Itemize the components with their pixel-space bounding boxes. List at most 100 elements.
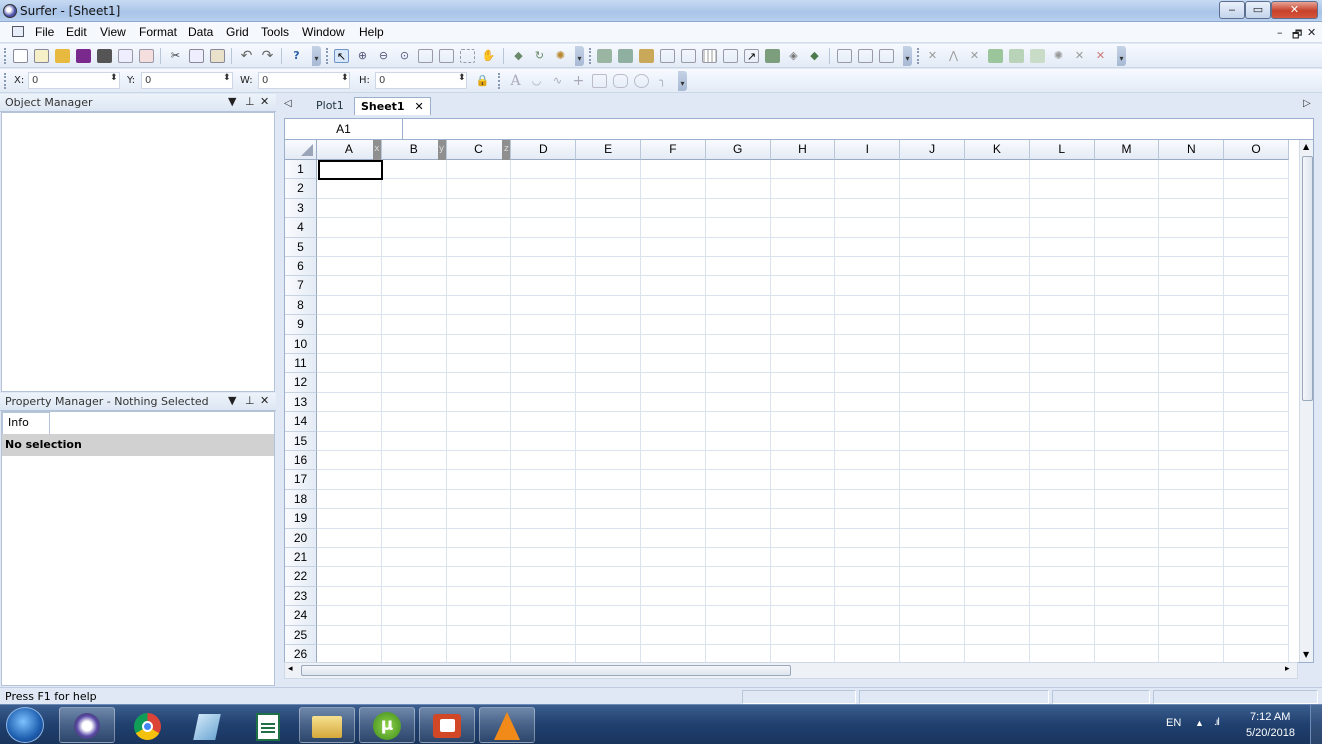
toolbar-grip[interactable] — [589, 48, 592, 64]
select-all-corner[interactable] — [285, 140, 317, 160]
zoom-fit-icon[interactable] — [460, 49, 475, 63]
zoom-selected-icon[interactable] — [418, 49, 433, 63]
menu-window[interactable]: Window — [302, 25, 345, 39]
new-post-map-icon[interactable] — [660, 49, 675, 63]
taskbar-powerpoint[interactable] — [419, 707, 475, 743]
column-header-l[interactable]: L — [1029, 140, 1095, 160]
pin-icon[interactable]: ⊥ — [245, 95, 255, 108]
row-header-7[interactable]: 7 — [285, 276, 317, 296]
scroll-left-icon[interactable]: ◂ — [288, 664, 293, 674]
column-header-n[interactable]: N — [1159, 140, 1225, 160]
y-input[interactable]: 0 — [141, 72, 233, 89]
toolbar-overflow-icon[interactable]: ▾ — [1117, 46, 1126, 66]
row-header-17[interactable]: 17 — [285, 470, 317, 490]
tab-info[interactable]: Info — [2, 412, 50, 434]
delete-icon[interactable]: ✕ — [1093, 49, 1108, 63]
rounded-rectangle-tool-icon[interactable] — [613, 74, 628, 88]
maximize-button[interactable]: ▭ — [1245, 1, 1271, 19]
row-header-22[interactable]: 22 — [285, 567, 317, 587]
copy-icon[interactable] — [189, 49, 204, 63]
row-header-10[interactable]: 10 — [285, 334, 317, 354]
text-tool-icon[interactable]: A — [508, 74, 523, 88]
taskbar-vlc[interactable] — [479, 707, 535, 743]
taskbar-chrome[interactable] — [119, 707, 175, 743]
map-scale-icon[interactable] — [879, 49, 894, 63]
new-3d-surface-icon[interactable]: ◆ — [807, 49, 822, 63]
menu-file[interactable]: File — [35, 25, 54, 39]
new-base-map-icon[interactable] — [618, 49, 633, 63]
column-header-h[interactable]: H — [770, 140, 836, 160]
object-manager-tree[interactable] — [1, 112, 275, 392]
worksheet-grid[interactable]: ABCDEFGHIJKLMNOxyz 1 2 3 4 5 6 7 8 9 10 11 12 13 14 15… — [284, 139, 1314, 663]
vertical-scroll-thumb[interactable] — [1302, 156, 1313, 401]
vertical-scrollbar[interactable]: ▲ ▼ — [1299, 140, 1313, 662]
tray-expand-icon[interactable]: ▲ — [1195, 718, 1204, 728]
row-header-12[interactable]: 12 — [285, 373, 317, 393]
new-worksheet-icon[interactable] — [34, 49, 49, 63]
column-header-i[interactable]: I — [835, 140, 901, 160]
scroll-tabs-left-icon[interactable]: ◁ — [284, 98, 292, 109]
w-spin-icon[interactable]: ⬍ — [341, 73, 349, 83]
rectangle-tool-icon[interactable] — [592, 74, 607, 88]
rotate-icon[interactable]: ↻ — [532, 49, 547, 63]
mdi-minimize-button[interactable]: – — [1277, 26, 1283, 39]
pane-close-icon[interactable]: ✕ — [260, 95, 269, 108]
taskbar-explorer[interactable] — [299, 707, 355, 743]
reshape-icon[interactable]: ◆ — [511, 49, 526, 63]
column-header-e[interactable]: E — [576, 140, 641, 160]
new-classed-post-icon[interactable] — [681, 49, 696, 63]
print-preview-icon[interactable] — [118, 49, 133, 63]
row-header-18[interactable]: 18 — [285, 489, 317, 510]
pin-icon[interactable]: ⊥ — [245, 394, 255, 407]
menu-view[interactable]: View — [100, 25, 126, 39]
save-icon[interactable] — [76, 49, 91, 63]
toolbar-grip[interactable] — [917, 48, 920, 64]
selected-cell[interactable] — [318, 160, 383, 180]
new-vector-map-icon[interactable] — [723, 49, 738, 63]
toolbar-grip[interactable] — [498, 73, 501, 89]
toolbar-overflow-icon[interactable]: ▾ — [678, 71, 687, 91]
break-apart-icon[interactable]: ✺ — [1051, 49, 1066, 63]
combine-icon[interactable] — [1030, 49, 1045, 63]
polyline-tool-icon[interactable]: ∿ — [550, 74, 565, 88]
y-spin-icon[interactable]: ⬍ — [223, 73, 231, 83]
taskbar-utorrent[interactable]: µ — [359, 707, 415, 743]
undo-icon[interactable]: ↶ — [239, 49, 254, 63]
clock-time[interactable]: 7:12 AM — [1250, 711, 1290, 723]
toolbar-grip[interactable] — [4, 73, 7, 89]
pane-menu-icon[interactable]: ▼ — [228, 95, 236, 108]
horizontal-scrollbar[interactable]: ◂ ▸ — [284, 662, 1298, 679]
horizontal-scroll-thumb[interactable] — [301, 665, 791, 676]
x-spin-icon[interactable]: ⬍ — [110, 73, 118, 83]
x-input[interactable]: 0 — [28, 72, 120, 89]
h-spin-icon[interactable]: ⬍ — [458, 73, 466, 83]
row-header-15[interactable]: 15 — [285, 431, 317, 451]
paste-icon[interactable] — [210, 49, 225, 63]
taskbar-notepad[interactable] — [179, 707, 235, 743]
print-icon[interactable] — [97, 49, 112, 63]
menu-tools[interactable]: Tools — [261, 25, 289, 39]
document-menu-icon[interactable] — [12, 26, 24, 37]
row-header-24[interactable]: 24 — [285, 606, 317, 626]
taskbar-excel[interactable] — [239, 707, 295, 743]
pane-close-icon[interactable]: ✕ — [260, 394, 269, 407]
symbol-tool-icon[interactable]: + — [571, 74, 586, 88]
tab-close-icon[interactable]: ✕ — [414, 100, 423, 113]
language-indicator[interactable]: EN — [1166, 717, 1181, 729]
spline-tool-icon[interactable]: ╮ — [655, 74, 670, 88]
cell-reference-box[interactable]: A1 — [285, 119, 403, 139]
menu-edit[interactable]: Edit — [66, 25, 87, 39]
toolbar-grip[interactable] — [4, 48, 7, 64]
row-header-25[interactable]: 25 — [285, 625, 317, 645]
row-header-21[interactable]: 21 — [285, 548, 317, 568]
new-1grid-vector-icon[interactable]: ↗ — [744, 49, 759, 63]
new-grid-values-icon[interactable] — [702, 49, 717, 63]
column-header-f[interactable]: F — [641, 140, 706, 160]
row-header-9[interactable]: 9 — [285, 315, 317, 335]
export-icon[interactable] — [139, 49, 154, 63]
new-shaded-relief-icon[interactable]: ◈ — [786, 49, 801, 63]
row-header-8[interactable]: 8 — [285, 295, 317, 316]
group-icon[interactable] — [988, 49, 1003, 63]
scroll-up-icon[interactable]: ▲ — [1303, 142, 1309, 151]
row-header-16[interactable]: 16 — [285, 451, 317, 471]
